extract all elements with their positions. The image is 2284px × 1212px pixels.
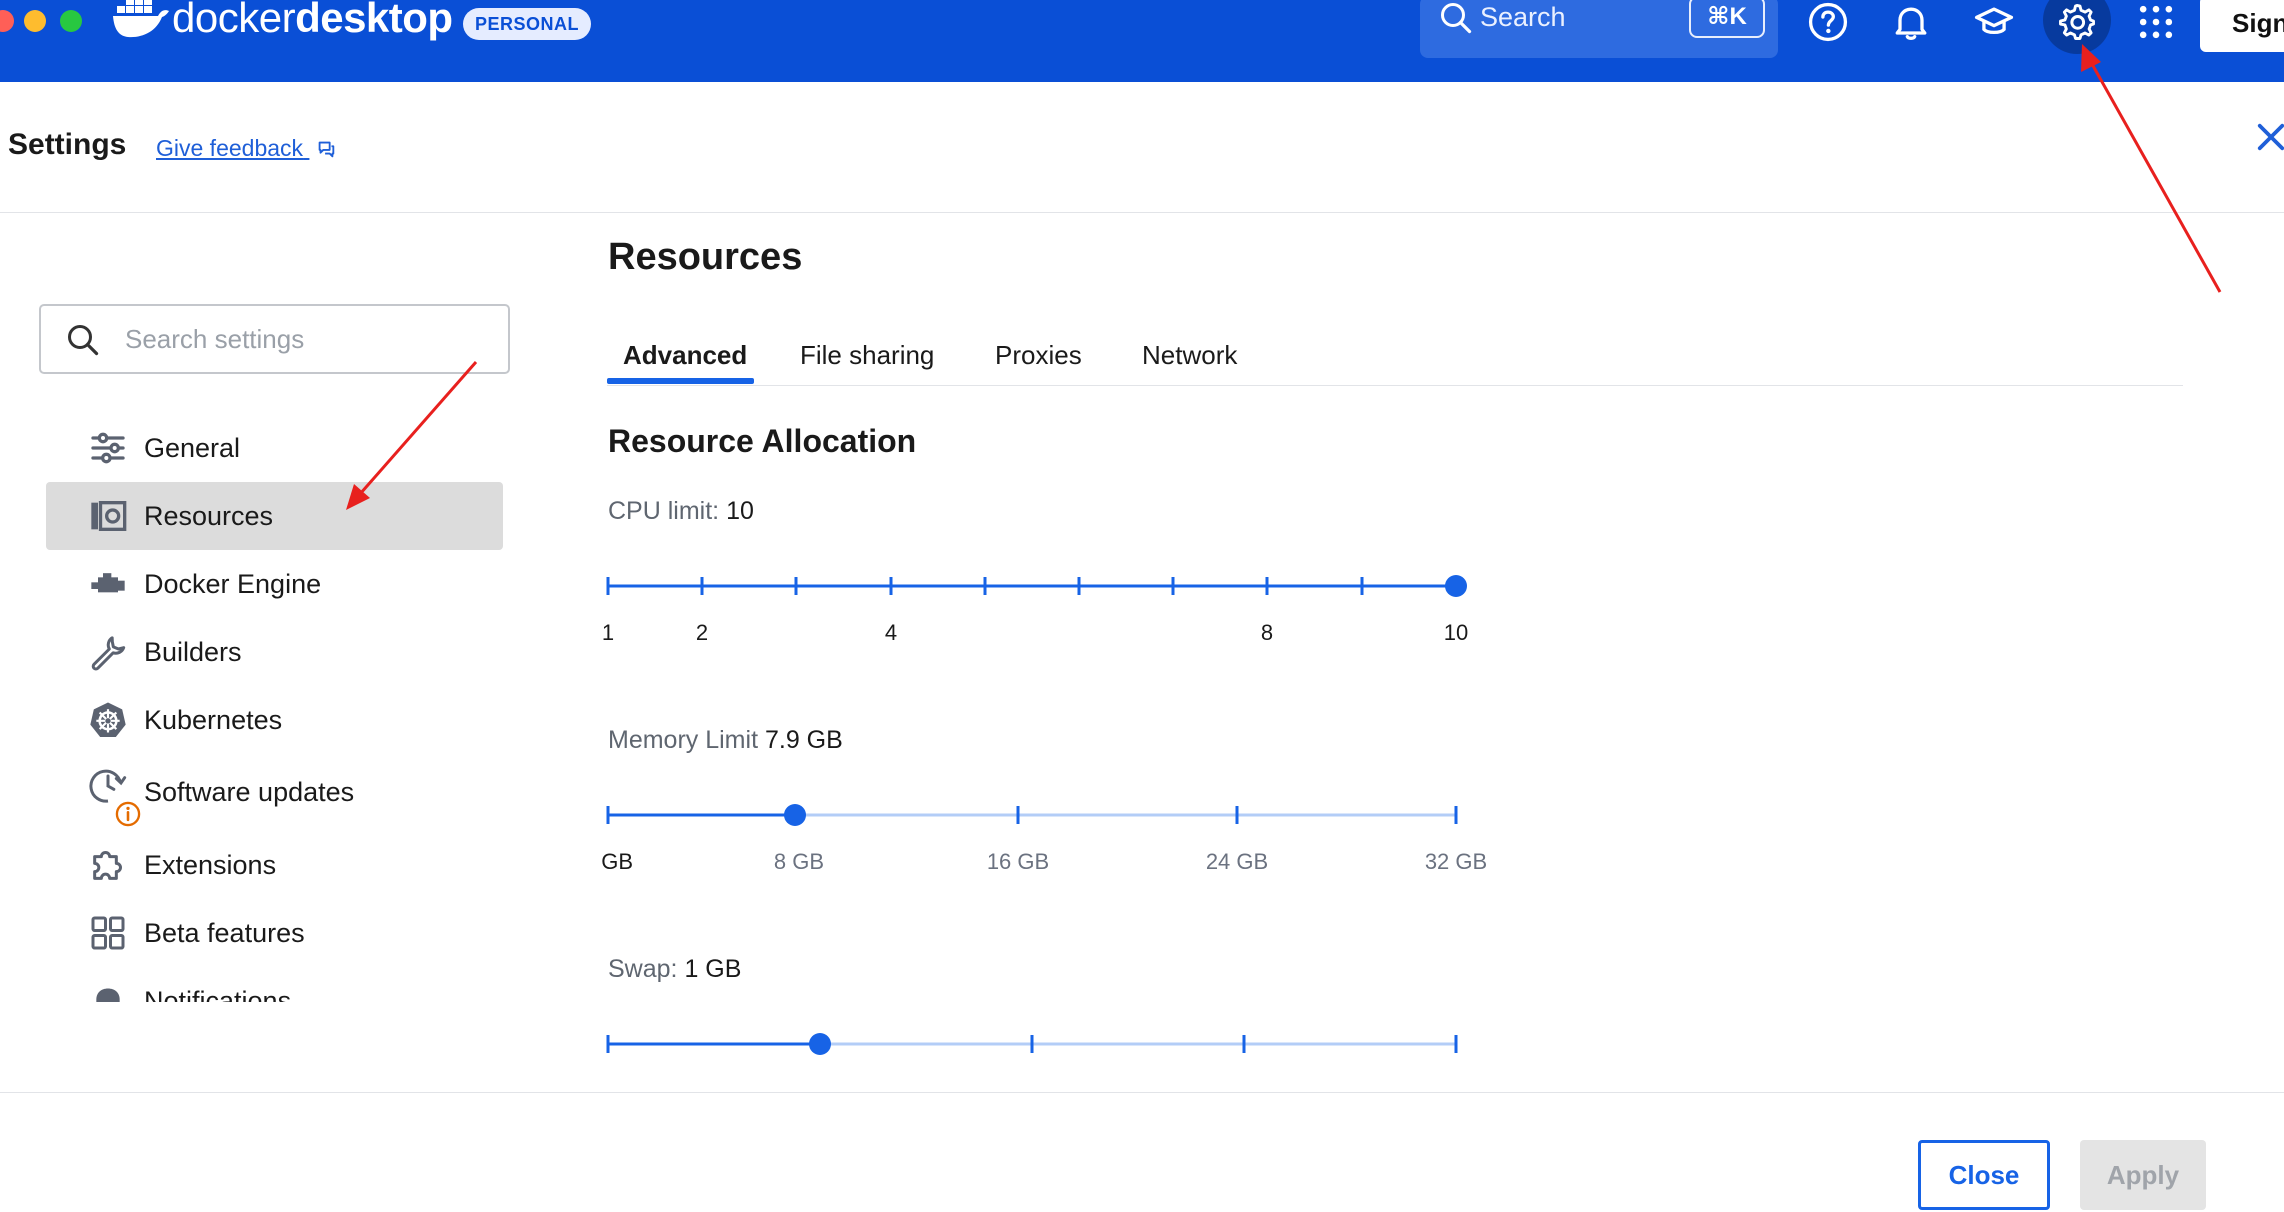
sign-in-button[interactable]: Sign: [2200, 0, 2284, 52]
puzzle-icon: [93, 851, 122, 880]
cpu-tick-label: 1: [602, 620, 614, 645]
cpu-tick-label: 2: [696, 620, 708, 645]
search-icon: [1441, 3, 1472, 34]
cpu-limit-caption: CPU limit:: [608, 497, 720, 525]
help-icon[interactable]: [1806, 0, 1850, 44]
update-info-icon: [115, 801, 141, 827]
sidebar-item-label: Extensions: [144, 850, 277, 880]
sidebar-item-docker-engine[interactable]: Docker Engine: [46, 550, 503, 618]
search-shortcut-hint: ⌘K: [1689, 0, 1765, 38]
bell-icon: [96, 988, 120, 1002]
memory-limit-caption: Memory Limit: [608, 726, 759, 754]
memory-tick-label: 32 GB: [1425, 849, 1487, 874]
memory-tick-label: 8 GB: [774, 849, 824, 874]
memory-slider-thumb[interactable]: [784, 804, 806, 826]
helm-icon: [90, 702, 126, 737]
tab-proxies[interactable]: Proxies: [995, 340, 1082, 371]
tab-advanced[interactable]: Advanced: [623, 340, 747, 371]
swap-slider[interactable]: [596, 1018, 1496, 1128]
sidebar-item-general[interactable]: General: [46, 414, 503, 482]
memory-limit-label: Memory Limit 7.9 GB: [608, 726, 843, 755]
section-page-title: Resources: [608, 236, 803, 278]
docker-desktop-window: dockerdesktop PERSONAL Search ⌘K Sign Se…: [0, 0, 2284, 1212]
sidebar-item-label: Kubernetes: [144, 705, 283, 735]
learning-center-icon[interactable]: [1972, 0, 2016, 44]
swap-caption: Swap:: [608, 955, 678, 983]
sidebar-item-kubernetes[interactable]: Kubernetes: [46, 686, 503, 754]
global-search-label: Search: [1480, 2, 1566, 32]
sidebar-item-extensions[interactable]: Extensions: [46, 831, 503, 899]
global-search-button[interactable]: Search ⌘K: [1420, 0, 1778, 58]
grid-icon: [91, 916, 125, 950]
tab-file-sharing[interactable]: File sharing: [800, 340, 934, 371]
cpu-slider-thumb[interactable]: [1445, 575, 1467, 597]
resource-allocation-heading: Resource Allocation: [608, 423, 917, 459]
wrench-icon: [91, 636, 126, 671]
apply-button[interactable]: Apply: [2080, 1140, 2206, 1210]
notifications-bell-icon[interactable]: [1889, 0, 1933, 44]
sidebar-item-label: Beta features: [144, 918, 305, 948]
close-settings-icon[interactable]: [2256, 122, 2284, 152]
swap-value: 1 GB: [684, 955, 742, 983]
sidebar-item-label: Notifications: [144, 986, 292, 1002]
resources-icon: [91, 501, 127, 531]
memory-limit-slider[interactable]: 1 GB 8 GB 16 GB 24 GB 32 GB: [596, 789, 1496, 899]
memory-tick-label: 24 GB: [1206, 849, 1268, 874]
sidebar-nav: General Resources Docker Engine Builders…: [0, 0, 560, 1002]
memory-tick-label: 16 GB: [987, 849, 1049, 874]
active-tab-indicator: [607, 378, 754, 384]
swap-slider-thumb[interactable]: [809, 1033, 831, 1055]
cpu-tick-label: 4: [885, 620, 897, 645]
memory-limit-value: 7.9 GB: [764, 726, 843, 754]
sidebar-item-label: General: [144, 433, 241, 463]
sliders-icon: [91, 432, 125, 464]
gear-icon: [2059, 4, 2095, 40]
sidebar-item-resources[interactable]: Resources: [46, 482, 503, 550]
tabs-divider: [607, 385, 2183, 386]
sidebar-item-builders[interactable]: Builders: [46, 618, 503, 686]
memory-tick-label: 1 GB: [596, 849, 633, 874]
footer-divider: [0, 1092, 2284, 1093]
sidebar-item-label: Builders: [144, 637, 242, 667]
cpu-limit-value: 10: [726, 497, 754, 525]
sidebar-item-software-updates[interactable]: Software updates: [46, 758, 503, 827]
sidebar-item-label: Resources: [144, 501, 274, 531]
sidebar-item-beta-features[interactable]: Beta features: [46, 899, 503, 967]
cpu-tick-label: 10: [1444, 620, 1468, 645]
swap-label: Swap: 1 GB: [608, 955, 741, 984]
cpu-tick-label: 8: [1261, 620, 1273, 645]
sidebar-item-label: Software updates: [144, 777, 355, 807]
sidebar-item-label: Docker Engine: [144, 569, 322, 599]
cpu-limit-label: CPU limit: 10: [608, 497, 754, 526]
close-button[interactable]: Close: [1918, 1140, 2050, 1210]
engine-icon: [91, 573, 125, 593]
tab-network[interactable]: Network: [1142, 340, 1237, 371]
sidebar-item-notifications[interactable]: Notifications: [46, 967, 503, 1002]
cpu-limit-slider[interactable]: 1 2 4 8 10: [596, 560, 1496, 670]
apps-grid-icon[interactable]: [2134, 0, 2178, 44]
